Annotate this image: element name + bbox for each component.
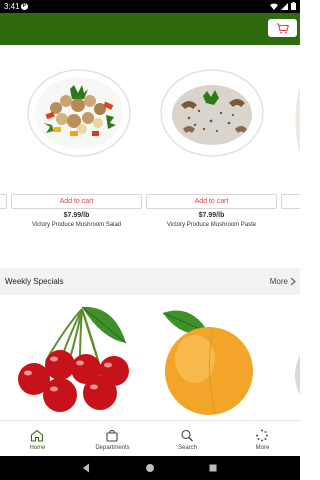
status-icons (270, 2, 296, 10)
product-price: $7.99/lb (198, 212, 225, 219)
nav-departments-label: Departments (95, 445, 130, 451)
search-icon (181, 429, 193, 442)
notification-badge: P (21, 3, 28, 10)
specials-title: Weekly Specials (5, 277, 64, 286)
home-icon (30, 429, 44, 442)
battery-icon (291, 2, 296, 10)
chevron-right-icon[interactable] (290, 277, 296, 286)
signal-icon (281, 2, 288, 10)
home-circle-icon[interactable] (145, 463, 155, 473)
nav-more[interactable]: More (225, 421, 300, 457)
recents-icon[interactable] (209, 464, 217, 472)
back-icon[interactable] (82, 463, 90, 473)
app-screen: 3:41 P Add to cart $7.99/lb Victory Prod… (0, 0, 300, 480)
nav-home-label: Home (29, 445, 46, 451)
status-bar: 3:41 P (0, 0, 300, 13)
weekly-specials-carousel[interactable] (0, 295, 300, 420)
status-time: 3:41 (4, 2, 20, 11)
add-to-cart-button[interactable]: Add to cart (146, 194, 277, 209)
product-price: $7.99/lb (63, 212, 90, 219)
app-header (0, 13, 300, 45)
nav-home[interactable]: Home (0, 421, 75, 457)
cart-button-partial[interactable] (281, 194, 300, 209)
cart-button-partial[interactable] (0, 194, 7, 209)
product-name[interactable]: Victory Produce Mushroom Paste (146, 222, 277, 228)
mushroom-paste-image[interactable] (159, 63, 265, 163)
nav-departments[interactable]: Departments (75, 421, 150, 457)
nav-search-label: Search (177, 445, 197, 451)
weekly-specials-header: Weekly Specials More (0, 268, 300, 295)
more-dots-icon (256, 429, 268, 442)
special-image-partial[interactable] (290, 355, 300, 395)
nav-more-label: More (255, 445, 270, 451)
shopping-bag-icon (106, 429, 118, 442)
apricot-image[interactable] (157, 303, 257, 417)
system-navigation-bar (0, 456, 300, 480)
product-name[interactable]: Victory Produce Mushroom Salad (11, 222, 142, 228)
product-image-partial[interactable] (291, 85, 300, 155)
mushroom-salad-image[interactable] (26, 63, 132, 163)
wifi-icon (270, 3, 278, 10)
cherries-image[interactable] (4, 299, 136, 417)
shopping-cart-icon (276, 22, 289, 33)
nav-search[interactable]: Search (150, 421, 225, 457)
more-link[interactable]: More (270, 277, 288, 286)
add-to-cart-button[interactable]: Add to cart (11, 194, 142, 209)
bottom-navigation: Home Departments Search More (0, 420, 300, 456)
cart-button[interactable] (268, 19, 297, 37)
product-carousel[interactable]: Add to cart $7.99/lb Victory Produce Mus… (0, 45, 300, 265)
